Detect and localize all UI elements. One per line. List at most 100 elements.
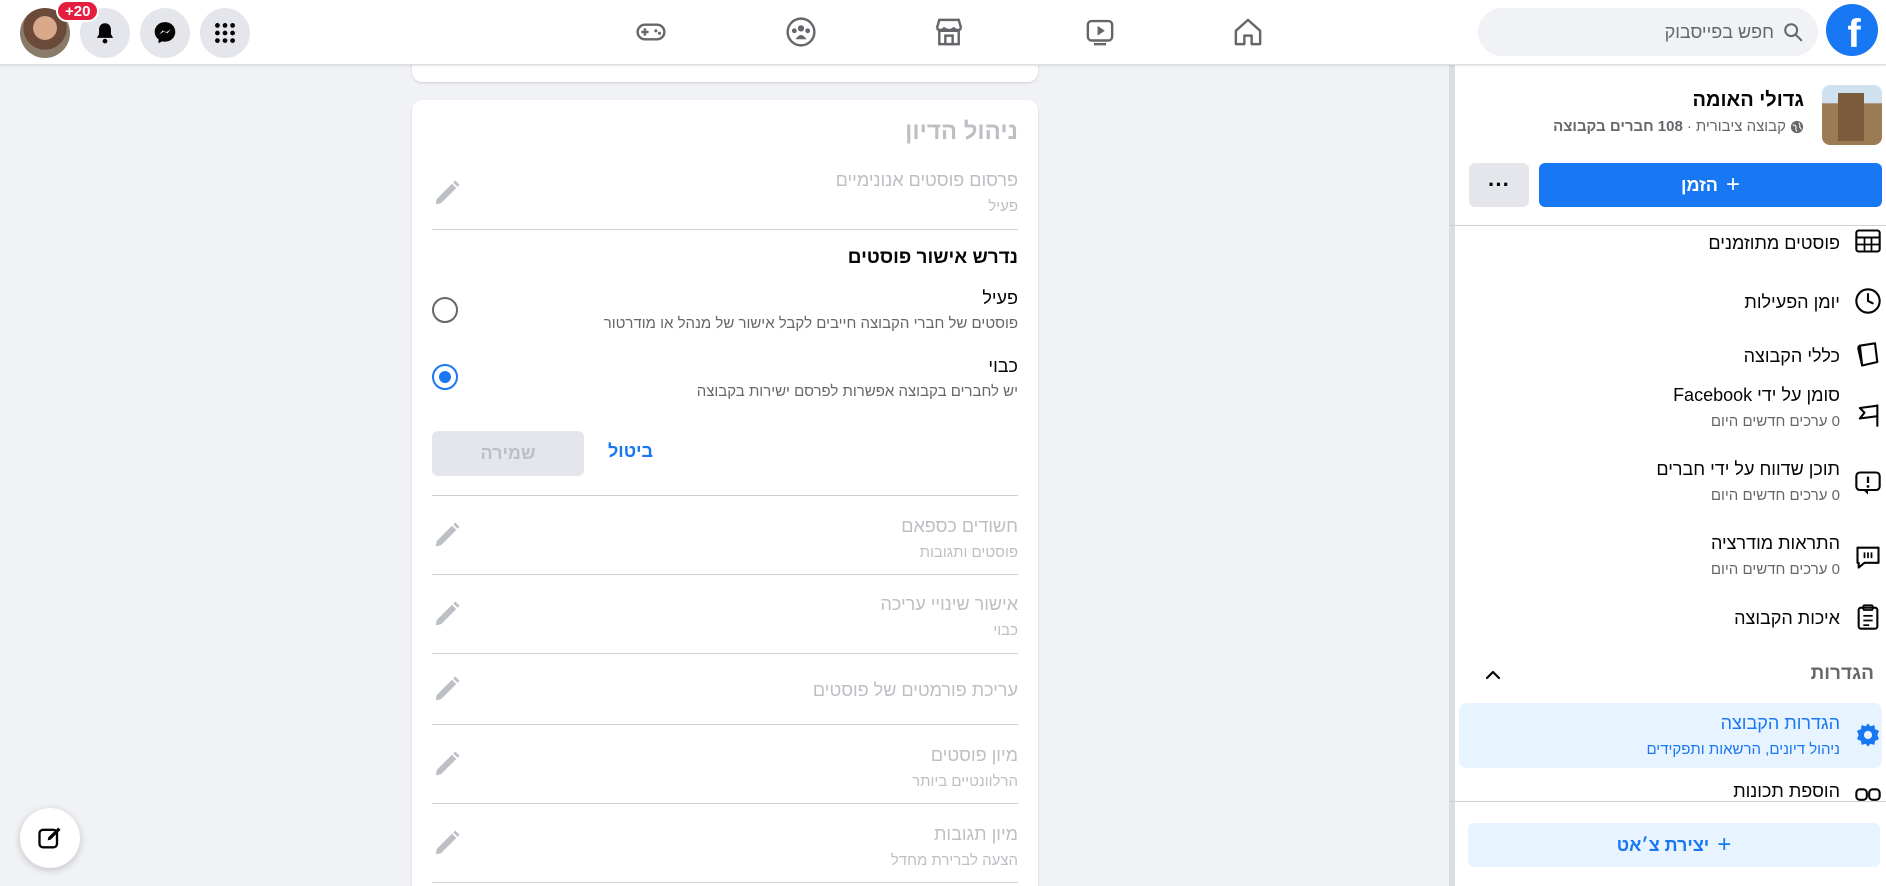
row-status: פעיל: [988, 198, 1018, 215]
pencil-icon[interactable]: [432, 749, 462, 779]
row-title: עריכת פורמטים של פוסטים: [812, 680, 1018, 700]
sidebar-item-moderation-alerts[interactable]: התראות מודרציה 0 ערכים חדשים היום: [1455, 531, 1886, 587]
features-icon: [1855, 788, 1881, 801]
invite-label: הזמן: [1681, 174, 1718, 195]
pencil-icon[interactable]: [432, 520, 462, 550]
report-icon: [1855, 471, 1881, 495]
compose-icon: [38, 827, 61, 849]
sidebar-item-member-reported[interactable]: תוכן שדווח על ידי חברים 0 ערכים חדשים הי…: [1455, 457, 1886, 513]
plus-icon: +: [1717, 831, 1732, 858]
nav-gaming[interactable]: [626, 8, 676, 56]
store-icon: [935, 18, 963, 46]
group-cover-image[interactable]: [1822, 85, 1882, 145]
pencil-icon[interactable]: [432, 674, 462, 704]
nav-marketplace[interactable]: [924, 8, 974, 56]
nav-groups[interactable]: [776, 8, 826, 56]
calendar-icon: [1855, 229, 1881, 253]
post-sort-row: מיון פוסטים הרלוונטיים ביותר: [432, 725, 1018, 804]
row-title: מיון תגובות: [934, 824, 1018, 844]
facebook-logo-letter: f: [1847, 11, 1861, 56]
row-status: כבוי: [993, 622, 1018, 639]
plus-icon: +: [1725, 171, 1740, 198]
admin-tools-list: פוסטים מתוזמנים יומן הפעילות כללי הקבוצה…: [1449, 225, 1886, 865]
sidebar-item-label: סומן על ידי Facebook: [1673, 385, 1840, 405]
pencil-icon[interactable]: [432, 178, 462, 208]
facebook-logo[interactable]: f: [1826, 4, 1878, 56]
pencil-icon[interactable]: [432, 828, 462, 858]
sidebar-item-sub: 0 ערכים חדשים היום: [1710, 487, 1840, 504]
group-admin-sidebar: גדולי האומה קבוצה ציבורית · 108 חברים בק…: [1449, 65, 1886, 886]
nav-watch[interactable]: [1075, 8, 1125, 56]
row-title: חשודים כספאם: [901, 516, 1018, 536]
meta-separator: ·: [1686, 118, 1692, 135]
top-navigation-bar: f +20: [0, 0, 1886, 65]
row-status: הרלוונטיים ביותר: [912, 773, 1018, 790]
radio-active[interactable]: [432, 297, 458, 323]
option-active-label: פעיל: [982, 288, 1018, 308]
menu-button[interactable]: [200, 8, 250, 58]
create-chat-label: יצירת צ׳אט: [1616, 834, 1710, 855]
sidebar-item-activity-log[interactable]: יומן הפעילות: [1455, 288, 1886, 319]
option-active-desc: פוסטים של חברי הקבוצה חייבים לקבל אישור …: [603, 315, 1018, 332]
messenger-icon: [154, 22, 176, 44]
sidebar-item-scheduled-posts[interactable]: פוסטים מתוזמנים: [1455, 229, 1886, 267]
sidebar-item-sub: 0 ערכים חדשים היום: [1710, 413, 1840, 430]
anon-posts-row: פרסום פוסטים אנונימיים פעיל: [432, 166, 1018, 230]
nav-home[interactable]: [1223, 8, 1273, 56]
moderation-alert-icon: [1856, 546, 1880, 569]
settings-header[interactable]: הגדרות: [1811, 663, 1874, 685]
home-icon: [1234, 18, 1262, 46]
more-options-button[interactable]: ···: [1469, 163, 1529, 207]
invite-button[interactable]: + הזמן: [1539, 163, 1882, 207]
group-members[interactable]: 108 חברים בקבוצה: [1553, 118, 1683, 135]
chevron-up-icon[interactable]: [1483, 665, 1503, 685]
grid-menu-icon: [215, 23, 235, 43]
save-button[interactable]: שמירה: [432, 431, 584, 476]
gear-icon: [1856, 723, 1880, 747]
groups-icon: [786, 17, 816, 47]
messenger-button[interactable]: [140, 8, 190, 58]
gamepad-icon: [636, 23, 666, 41]
bell-icon: [96, 23, 114, 44]
sidebar-item-label: הוספת תכונות: [1733, 781, 1840, 801]
sidebar-item-label: הגדרות הקבוצה: [1720, 713, 1840, 733]
book-icon: [1857, 342, 1879, 367]
discussion-management-card: ניהול הדיון פרסום פוסטים אנונימיים פעיל …: [412, 100, 1038, 886]
row-title: מיון פוסטים: [930, 745, 1018, 765]
option-off-desc: יש לחברים בקבוצה אפשרות לפרסם ישירות בקב…: [696, 383, 1018, 400]
comment-sort-row: מיון תגובות הצעה לברירת מחדל: [432, 804, 1018, 883]
sidebar-bottom-divider: [1449, 801, 1886, 802]
card-title: ניהול הדיון: [905, 118, 1018, 145]
sidebar-item-label: התראות מודרציה: [1710, 533, 1840, 553]
sidebar-item-label: תוכן שדווח על ידי חברים: [1656, 459, 1840, 479]
notification-count-badge: +20: [56, 0, 100, 22]
sidebar-item-label: פוסטים מתוזמנים: [1708, 233, 1840, 253]
create-chat-button[interactable]: + יצירת צ׳אט: [1468, 823, 1880, 867]
group-name[interactable]: גדולי האומה: [1692, 89, 1804, 112]
group-privacy: קבוצה ציבורית: [1695, 118, 1786, 135]
cancel-button[interactable]: ביטול: [608, 441, 653, 462]
group-meta: קבוצה ציבורית · 108 חברים בקבוצה: [1553, 118, 1804, 135]
sidebar-item-label: איכות הקבוצה: [1734, 608, 1840, 628]
sidebar-item-label: כללי הקבוצה: [1743, 346, 1840, 366]
search-input[interactable]: [1514, 21, 1774, 43]
sidebar-item-sub: ניהול דיונים, הרשאות ותפקידים: [1646, 741, 1840, 758]
globe-icon: [1790, 120, 1804, 133]
sidebar-item-sub: 0 ערכים חדשים היום: [1710, 561, 1840, 578]
flag-icon: [1858, 404, 1879, 427]
sidebar-item-flagged-by-facebook[interactable]: סומן על ידי Facebook 0 ערכים חדשים היום: [1455, 383, 1886, 439]
row-title: פרסום פוסטים אנונימיים: [835, 170, 1018, 190]
clock-icon: [1855, 288, 1881, 314]
pencil-icon[interactable]: [432, 599, 462, 629]
search-box[interactable]: [1478, 8, 1818, 56]
sidebar-item-add-features[interactable]: הוספת תכונות: [1455, 781, 1886, 801]
sidebar-item-group-rules[interactable]: כללי הקבוצה: [1455, 342, 1886, 373]
sidebar-item-group-quality[interactable]: איכות הקבוצה: [1455, 604, 1886, 635]
sidebar-item-group-settings[interactable]: הגדרות הקבוצה ניהול דיונים, הרשאות ותפקי…: [1459, 703, 1882, 768]
new-message-button[interactable]: [20, 808, 80, 868]
search-icon: [1784, 23, 1803, 42]
post-format-row: עריכת פורמטים של פוסטים: [432, 654, 1018, 725]
row-status: הצעה לברירת מחדל: [890, 852, 1018, 869]
edit-approval-row: אישור שינויי עריכה כבוי: [432, 575, 1018, 654]
radio-off[interactable]: [432, 364, 458, 390]
